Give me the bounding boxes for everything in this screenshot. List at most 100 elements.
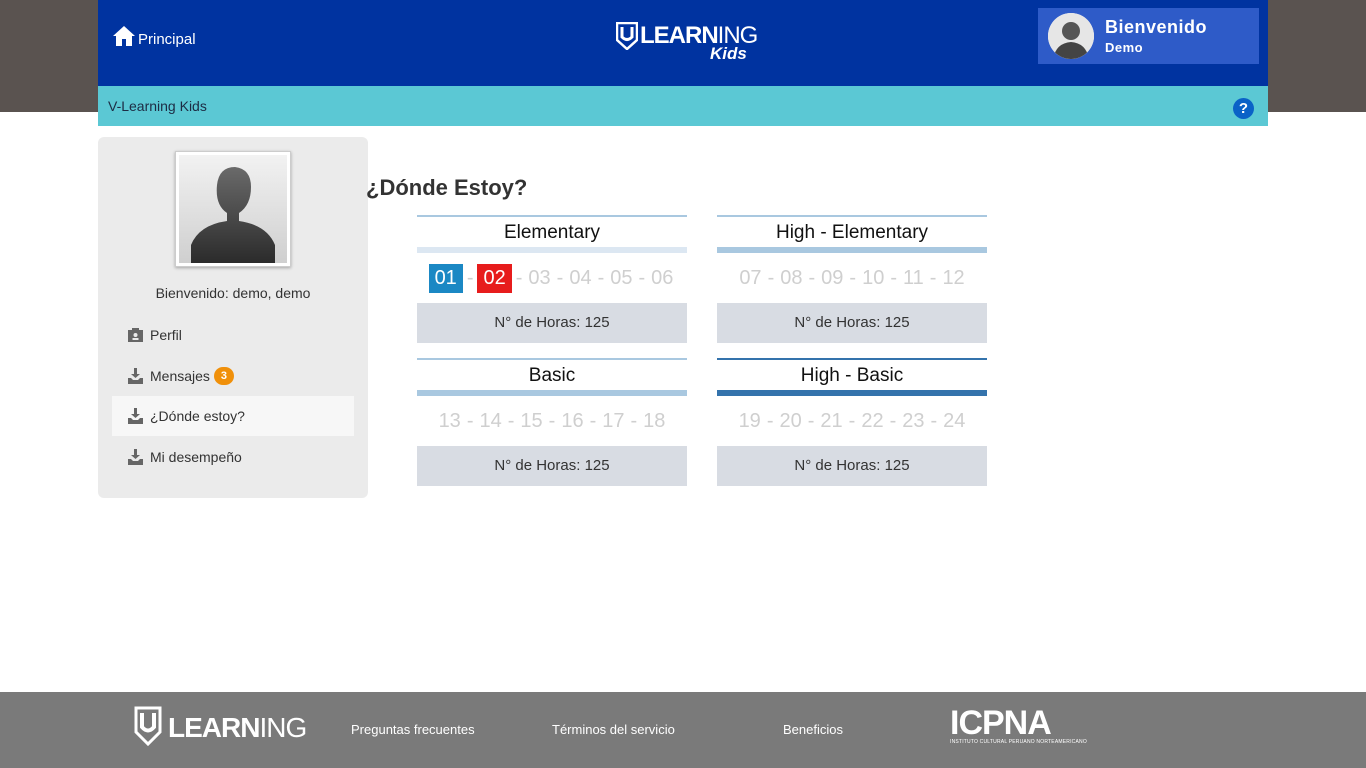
id-card-icon	[128, 328, 143, 342]
user-welcome-box[interactable]: Bienvenido Demo	[1038, 8, 1259, 64]
unit-separator: -	[807, 409, 815, 432]
unit-03[interactable]: 03	[526, 267, 552, 290]
unit-19[interactable]: 19	[737, 410, 763, 433]
unit-06[interactable]: 06	[649, 267, 675, 290]
sidebar-item-mi-desempeno[interactable]: Mi desempeño	[112, 437, 354, 477]
unit-05[interactable]: 05	[608, 267, 634, 290]
page-title: ¿Dónde Estoy?	[366, 175, 528, 200]
unit-12[interactable]: 12	[940, 267, 966, 290]
inbox-download-icon	[128, 367, 143, 384]
level-name: Basic	[528, 365, 576, 386]
sub-header-bar: V-Learning Kids ?	[98, 86, 1268, 126]
unit-14[interactable]: 14	[477, 410, 503, 433]
level-hours: N° de Horas: 125	[717, 446, 987, 486]
unit-separator: -	[929, 266, 937, 289]
unit-list: 07-08-09-10-11-12	[717, 253, 987, 303]
unit-22[interactable]: 22	[859, 410, 885, 433]
unit-13[interactable]: 13	[437, 410, 463, 433]
user-silhouette-icon	[1048, 13, 1094, 59]
unit-18[interactable]: 18	[641, 410, 667, 433]
unit-separator: -	[808, 266, 816, 289]
sidebar-menu: Perfil Mensajes 3 ¿Dónde estoy? Mi desem…	[112, 315, 354, 477]
messages-count-badge: 3	[213, 366, 235, 385]
unit-separator: -	[548, 409, 556, 432]
unit-01[interactable]: 01	[428, 263, 463, 293]
unit-17[interactable]: 17	[600, 410, 626, 433]
unit-07[interactable]: 07	[737, 267, 763, 290]
sidebar-item-label: Mi desempeño	[150, 448, 242, 465]
unit-10[interactable]: 10	[860, 267, 886, 290]
sidebar-item-mensajes[interactable]: Mensajes 3	[112, 356, 354, 396]
sidebar-item-donde-estoy[interactable]: ¿Dónde estoy?	[112, 396, 354, 436]
brand-sub: Kids	[710, 44, 747, 63]
unit-separator: -	[589, 409, 597, 432]
help-icon[interactable]: ?	[1233, 98, 1254, 119]
footer-logo-word: LEARNING	[168, 712, 307, 743]
unit-02[interactable]: 02	[477, 263, 512, 293]
header: Principal LEARNING Kids Bienvenido Demo	[98, 0, 1268, 86]
home-link[interactable]: Principal	[112, 24, 196, 48]
footer-learning-logo: LEARNING	[134, 706, 307, 750]
welcome-title: Bienvenido	[1105, 17, 1208, 37]
unit-15[interactable]: 15	[518, 410, 544, 433]
unit-separator: -	[638, 266, 646, 289]
sidebar-item-label: Mensajes	[150, 367, 210, 384]
unit-04[interactable]: 04	[567, 267, 593, 290]
unit-20[interactable]: 20	[777, 410, 803, 433]
unit-08[interactable]: 08	[778, 267, 804, 290]
profile-silhouette-icon	[179, 155, 287, 263]
partner-full-name: INSTITUTO CULTURAL PERUANO NORTEAMERICAN…	[950, 739, 1087, 745]
unit-separator: -	[930, 409, 938, 432]
learning-kids-logo: LEARNING Kids	[616, 20, 758, 64]
level-hours: N° de Horas: 125	[717, 303, 987, 343]
level-card-basic: Basic 13-14-15-16-17-18 N° de Horas: 125	[417, 358, 687, 486]
unit-separator: -	[848, 409, 856, 432]
unit-separator: -	[515, 266, 523, 289]
unit-24[interactable]: 24	[941, 410, 967, 433]
level-card-high-basic: High - Basic 19-20-21-22-23-24 N° de Hor…	[717, 358, 987, 486]
unit-separator: -	[849, 266, 857, 289]
sidebar-item-label: Perfil	[150, 327, 182, 343]
footer-link-faq[interactable]: Preguntas frecuentes	[351, 722, 475, 737]
sidebar: Bienvenido: demo, demo Perfil Mensajes 3…	[98, 137, 368, 498]
partner-name: ICPNA	[950, 704, 1052, 742]
unit-separator: -	[889, 409, 897, 432]
sidebar-item-label: ¿Dónde estoy?	[150, 408, 245, 424]
unit-separator: -	[466, 409, 474, 432]
level-hours: N° de Horas: 125	[417, 446, 687, 486]
sidebar-item-perfil[interactable]: Perfil	[112, 315, 354, 355]
unit-separator: -	[597, 266, 605, 289]
unit-separator: -	[766, 409, 774, 432]
footer-link-benefits[interactable]: Beneficios	[783, 722, 843, 737]
level-card-high-elementary: High - Elementary 07-08-09-10-11-12 N° d…	[717, 215, 987, 343]
level-name: High - Basic	[800, 365, 904, 386]
unit-separator: -	[630, 409, 638, 432]
icpna-logo: ICPNA INSTITUTO CULTURAL PERUANO NORTEAM…	[950, 704, 1087, 746]
home-icon	[113, 26, 135, 46]
unit-21[interactable]: 21	[818, 410, 844, 433]
unit-11[interactable]: 11	[901, 267, 926, 290]
unit-separator: -	[466, 266, 474, 289]
home-label: Principal	[138, 31, 196, 48]
unit-separator: -	[507, 409, 515, 432]
inbox-download-icon	[128, 408, 143, 424]
section-title: V-Learning Kids	[108, 98, 207, 114]
sidebar-welcome: Bienvenido: demo, demo	[155, 285, 311, 301]
unit-list: 13-14-15-16-17-18	[417, 396, 687, 446]
unit-09[interactable]: 09	[819, 267, 845, 290]
footer: LEARNING Preguntas frecuentes Términos d…	[0, 692, 1366, 768]
unit-list: 01-02-03-04-05-06	[417, 253, 687, 303]
unit-list: 19-20-21-22-23-24	[717, 396, 987, 446]
unit-16[interactable]: 16	[559, 410, 585, 433]
level-name: Elementary	[503, 222, 601, 243]
footer-link-terms[interactable]: Términos del servicio	[552, 722, 675, 737]
unit-separator: -	[767, 266, 775, 289]
profile-photo	[175, 151, 291, 267]
inbox-download-icon	[128, 448, 143, 465]
welcome-user: Demo	[1105, 40, 1144, 55]
u-shield-logo-icon	[134, 706, 162, 746]
unit-separator: -	[556, 266, 564, 289]
u-shield-logo-icon	[616, 22, 638, 50]
level-hours: N° de Horas: 125	[417, 303, 687, 343]
unit-23[interactable]: 23	[900, 410, 926, 433]
